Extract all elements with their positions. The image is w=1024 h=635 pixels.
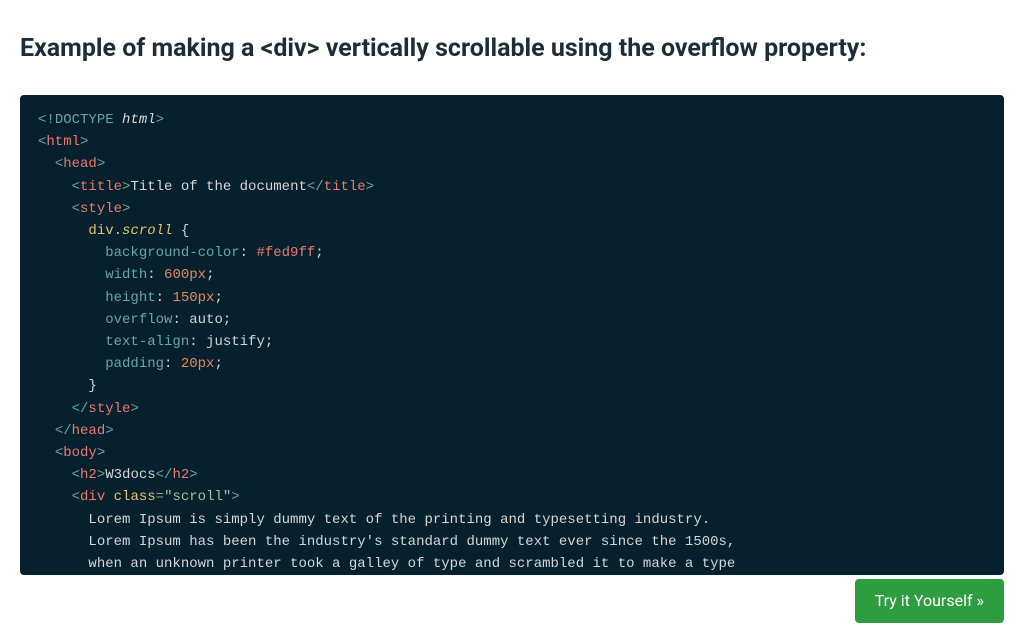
code-block[interactable]: <!DOCTYPE html> <html> <head> <title>Tit… bbox=[20, 95, 1004, 575]
page-title: Example of making a <div> vertically scr… bbox=[0, 0, 1024, 83]
try-it-yourself-button[interactable]: Try it Yourself » bbox=[855, 579, 1004, 623]
code-content: <!DOCTYPE html> <html> <head> <title>Tit… bbox=[38, 109, 986, 575]
